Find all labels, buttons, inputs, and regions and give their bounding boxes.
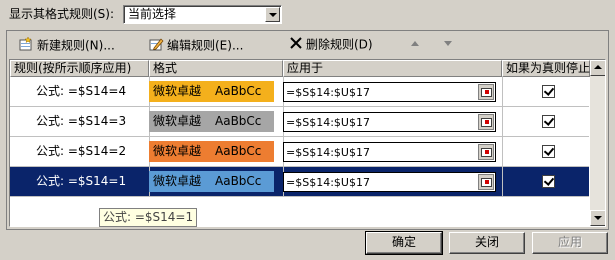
show-rules-for-label: 显示其格式规则(S): bbox=[9, 7, 115, 21]
delete-rule-button[interactable]: 删除规则(D) bbox=[289, 36, 373, 54]
range-select-icon[interactable] bbox=[478, 144, 494, 160]
applies-to-value: =$S$14:$U$17 bbox=[286, 146, 370, 159]
format-preview-cn: 微软卓越 bbox=[153, 84, 202, 98]
new-rule-button[interactable]: 新建规则(N)... bbox=[18, 36, 115, 54]
applies-to-field[interactable]: =$S$14:$U$17 bbox=[283, 172, 496, 192]
delete-rule-label: 删除规则(D) bbox=[306, 37, 373, 52]
tooltip: 公式: =$S14=1 bbox=[99, 208, 198, 227]
format-preview-cn: 微软卓越 bbox=[153, 114, 202, 128]
chevron-down-icon[interactable] bbox=[265, 7, 280, 22]
format-preview-en: AaBbCc bbox=[215, 144, 262, 158]
format-preview-cn: 微软卓越 bbox=[153, 144, 202, 158]
applies-to-value: =$S$14:$U$17 bbox=[286, 176, 370, 189]
move-up-icon[interactable] bbox=[411, 41, 419, 46]
applies-to-value: =$S$14:$U$17 bbox=[286, 116, 370, 129]
format-preview[interactable]: 微软卓越 AaBbCc bbox=[149, 81, 274, 102]
rules-scope-dropdown[interactable]: 当前选择 bbox=[123, 5, 282, 24]
delete-x-icon bbox=[289, 36, 303, 54]
rules-scope-value: 当前选择 bbox=[128, 7, 177, 21]
stop-if-true-checkbox[interactable] bbox=[542, 115, 555, 128]
range-select-icon[interactable] bbox=[478, 84, 494, 100]
applies-to-field[interactable]: =$S$14:$U$17 bbox=[283, 112, 496, 132]
rule-formula: 公式: =$S14=4 bbox=[36, 84, 127, 98]
format-preview-en: AaBbCc bbox=[215, 174, 262, 188]
format-preview[interactable]: 微软卓越 AaBbCc bbox=[149, 141, 274, 162]
column-header-stop-if-true[interactable]: 如果为真则停止 bbox=[502, 60, 590, 77]
new-rule-icon bbox=[18, 36, 34, 56]
rules-list[interactable]: 规则(按所示顺序应用) 格式 应用于 如果为真则停止 公式: =$S14=4 微软… bbox=[9, 59, 606, 227]
edit-rule-label: 编辑规则(E)... bbox=[167, 38, 244, 53]
edit-rule-button[interactable]: 编辑规则(E)... bbox=[148, 36, 243, 54]
range-select-icon[interactable] bbox=[478, 174, 494, 190]
applies-to-field[interactable]: =$S$14:$U$17 bbox=[283, 82, 496, 102]
stop-if-true-checkbox[interactable] bbox=[542, 85, 555, 98]
rule-formula: 公式: =$S14=2 bbox=[36, 144, 127, 158]
close-button[interactable]: 关闭 bbox=[449, 232, 525, 254]
format-preview-en: AaBbCc bbox=[215, 114, 262, 128]
format-preview[interactable]: 微软卓越 AaBbCc bbox=[149, 111, 274, 132]
apply-button[interactable]: 应用 bbox=[532, 232, 608, 254]
rules-manager-panel: 新建规则(N)... 编辑规则(E)... 删除规则(D) 规则(按所示顺序应用… bbox=[6, 30, 609, 230]
table-row[interactable]: 公式: =$S14=1 微软卓越 AaBbCc =$S$14:$U$17 bbox=[10, 167, 589, 197]
stop-if-true-checkbox[interactable] bbox=[542, 145, 555, 158]
ok-button[interactable]: 确定 bbox=[365, 231, 443, 255]
scroll-down-icon[interactable] bbox=[590, 210, 605, 226]
move-down-icon[interactable] bbox=[444, 41, 452, 46]
new-rule-label: 新建规则(N)... bbox=[37, 38, 115, 53]
table-row[interactable]: 公式: =$S14=4 微软卓越 AaBbCc =$S$14:$U$17 bbox=[10, 77, 589, 107]
vertical-scrollbar[interactable] bbox=[590, 60, 605, 226]
stop-if-true-checkbox[interactable] bbox=[542, 175, 555, 188]
format-preview[interactable]: 微软卓越 AaBbCc bbox=[149, 171, 274, 192]
rule-formula: 公式: =$S14=1 bbox=[36, 174, 127, 188]
applies-to-field[interactable]: =$S$14:$U$17 bbox=[283, 142, 496, 162]
format-preview-en: AaBbCc bbox=[215, 84, 262, 98]
edit-rule-icon bbox=[148, 36, 164, 56]
table-row[interactable]: 公式: =$S14=3 微软卓越 AaBbCc =$S$14:$U$17 bbox=[10, 107, 589, 137]
format-preview-cn: 微软卓越 bbox=[153, 174, 202, 188]
column-header-applies-to[interactable]: 应用于 bbox=[283, 60, 502, 77]
table-row[interactable]: 公式: =$S14=2 微软卓越 AaBbCc =$S$14:$U$17 bbox=[10, 137, 589, 167]
scroll-up-icon[interactable] bbox=[590, 60, 605, 76]
column-header-format[interactable]: 格式 bbox=[149, 60, 283, 77]
rule-formula: 公式: =$S14=3 bbox=[36, 114, 127, 128]
range-select-icon[interactable] bbox=[478, 114, 494, 130]
applies-to-value: =$S$14:$U$17 bbox=[286, 86, 370, 99]
column-header-rule[interactable]: 规则(按所示顺序应用) bbox=[10, 60, 149, 77]
